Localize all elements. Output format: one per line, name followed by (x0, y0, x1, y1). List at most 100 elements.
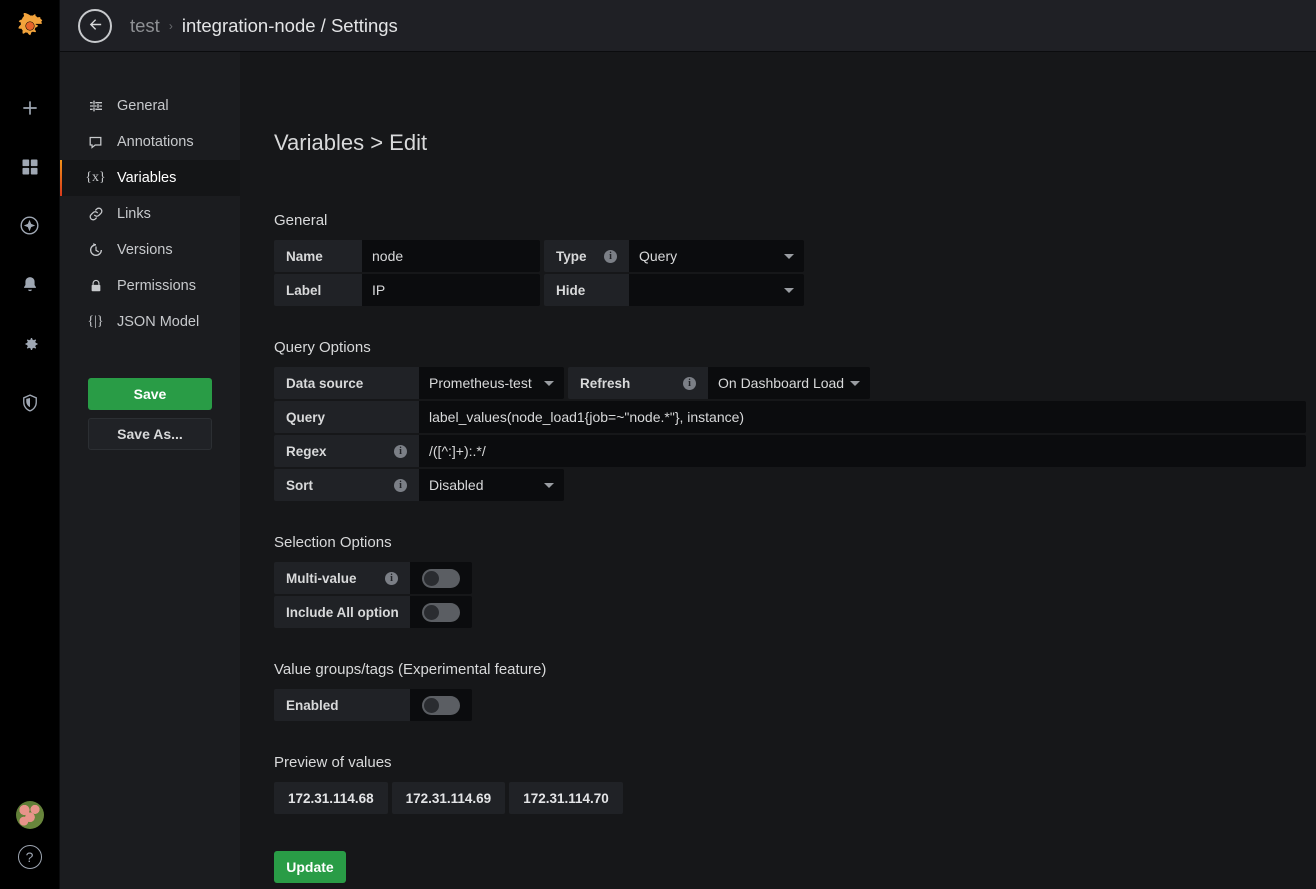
regex-label: Regex i (274, 435, 419, 467)
query-input[interactable] (419, 401, 1306, 433)
type-select-value: Query (639, 248, 677, 264)
sidebar-item-server-admin[interactable] (0, 385, 60, 425)
enabled-label: Enabled (274, 689, 410, 721)
chevron-down-icon (784, 254, 794, 259)
section-title-selection-options: Selection Options (274, 534, 1306, 551)
include-all-label: Include All option (274, 596, 410, 628)
plus-icon (20, 98, 40, 123)
main-sidebar-bottom: ? (16, 801, 44, 889)
sidebar-item-versions[interactable]: Versions (60, 232, 240, 268)
main-sidebar: ? (0, 0, 60, 889)
section-title-query-options: Query Options (274, 339, 1306, 356)
regex-input[interactable] (419, 435, 1306, 467)
preview-values-list: 172.31.114.68 172.31.114.69 172.31.114.7… (274, 782, 1306, 814)
multi-value-field-group: Multi-value i (274, 562, 472, 594)
link-icon (87, 206, 104, 222)
grafana-logo-icon[interactable] (0, 0, 60, 52)
sidebar-item-label: Variables (117, 170, 176, 186)
sidebar-item-variables[interactable]: {x} Variables (60, 160, 240, 196)
chevron-down-icon (544, 381, 554, 386)
sidebar-item-annotations[interactable]: Annotations (60, 124, 240, 160)
value-groups-form: Enabled (274, 689, 1306, 721)
hide-label: Hide (544, 274, 629, 306)
update-button[interactable]: Update (274, 851, 346, 883)
sidebar-item-label: Annotations (117, 134, 194, 150)
chevron-down-icon (850, 381, 860, 386)
query-options-row-3: Regex i (274, 435, 1306, 467)
query-options-row-1: Data source Prometheus-test Refresh i (274, 367, 1306, 399)
sort-info-icon[interactable]: i (380, 479, 407, 492)
refresh-select-value: On Dashboard Load (718, 375, 844, 391)
breadcrumb-separator-icon: › (169, 19, 173, 33)
avatar[interactable] (16, 801, 44, 829)
section-title-general: General (274, 212, 1306, 229)
sidebar-item-configuration[interactable] (0, 326, 60, 366)
multi-value-info-icon[interactable]: i (371, 572, 398, 585)
regex-field-group: Regex i (274, 435, 1306, 467)
sort-select-value: Disabled (429, 477, 483, 493)
datasource-select[interactable]: Prometheus-test (419, 367, 564, 399)
top-navbar: test › integration-node / Settings (60, 0, 1316, 52)
datasource-select-value: Prometheus-test (429, 375, 532, 391)
help-icon[interactable]: ? (18, 845, 42, 869)
sidebar-item-label: Versions (117, 242, 173, 258)
regex-info-icon[interactable]: i (380, 445, 407, 458)
value-groups-block: Value groups/tags (Experimental feature)… (274, 661, 1306, 721)
selection-options-block: Selection Options Multi-value i (274, 534, 1306, 628)
sort-field-group: Sort i Disabled (274, 469, 564, 501)
multi-value-label-text: Multi-value (286, 571, 357, 586)
sidebar-item-label: JSON Model (117, 314, 199, 330)
type-info-icon[interactable]: i (590, 250, 617, 263)
label-input[interactable] (362, 274, 540, 306)
label-label: Label (274, 274, 362, 306)
sidebar-item-explore[interactable] (0, 208, 60, 248)
save-button[interactable]: Save (88, 378, 212, 410)
sidebar-item-json-model[interactable]: {|} JSON Model (60, 304, 240, 340)
multi-value-toggle[interactable] (422, 569, 460, 588)
app-root: ? test › integration-node / Settings (0, 0, 1316, 889)
save-as-button[interactable]: Save As... (88, 418, 212, 450)
sidebar-item-links[interactable]: Links (60, 196, 240, 232)
label-field-group: Label (274, 274, 540, 306)
refresh-label-text: Refresh (580, 376, 630, 391)
update-block: Update (274, 851, 1306, 889)
sidebar-item-create[interactable] (0, 90, 60, 130)
query-options-form: Data source Prometheus-test Refresh i (274, 367, 1306, 501)
sliders-icon (87, 98, 104, 114)
hide-select[interactable] (629, 274, 804, 306)
dashboards-icon (20, 157, 40, 182)
arrow-left-icon (87, 16, 104, 36)
refresh-label: Refresh i (568, 367, 708, 399)
refresh-select[interactable]: On Dashboard Load (708, 367, 870, 399)
value-groups-enabled-toggle[interactable] (422, 696, 460, 715)
general-row-2: Label Hide (274, 274, 1306, 306)
datasource-field-group: Data source Prometheus-test (274, 367, 564, 399)
sort-select[interactable]: Disabled (419, 469, 564, 501)
braces-icon: {|} (87, 314, 104, 330)
type-label-text: Type (556, 249, 587, 264)
breadcrumb-root[interactable]: test (130, 15, 160, 37)
comment-icon (87, 135, 104, 150)
sidebar-item-permissions[interactable]: Permissions (60, 268, 240, 304)
multi-value-label: Multi-value i (274, 562, 410, 594)
body-row: General Annotations {x} Variables (60, 52, 1316, 889)
name-input[interactable] (362, 240, 540, 272)
sidebar-item-dashboards[interactable] (0, 149, 60, 189)
include-all-toggle[interactable] (422, 603, 460, 622)
main-sidebar-items (0, 90, 59, 425)
type-select[interactable]: Query (629, 240, 804, 272)
section-title-preview: Preview of values (274, 754, 1306, 771)
type-label: Type i (544, 240, 629, 272)
variable-icon: {x} (87, 170, 104, 186)
sidebar-item-alerting[interactable] (0, 267, 60, 307)
back-button[interactable] (78, 9, 112, 43)
query-field-group: Query (274, 401, 1306, 433)
section-title-value-groups: Value groups/tags (Experimental feature) (274, 661, 1306, 678)
lock-icon (87, 278, 104, 294)
bell-icon (20, 275, 40, 300)
page-title: Variables > Edit (274, 130, 1306, 156)
refresh-info-icon[interactable]: i (669, 377, 696, 390)
general-row-1: Name Type i Query (274, 240, 1306, 272)
history-icon (87, 242, 104, 258)
sidebar-item-general[interactable]: General (60, 88, 240, 124)
